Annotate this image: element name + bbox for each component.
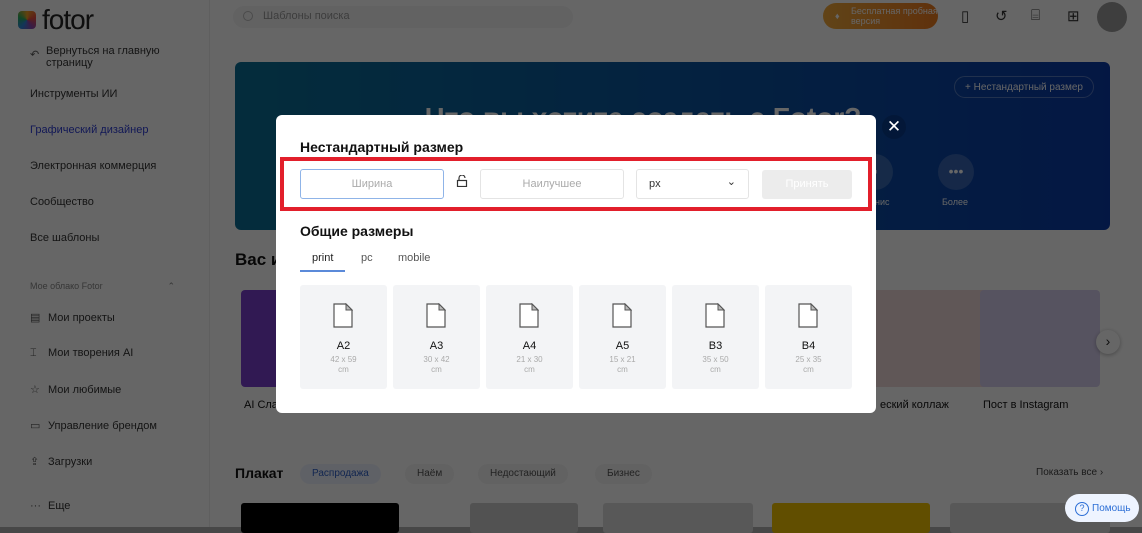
poster-thumbnail[interactable] — [470, 503, 578, 533]
sidebar-item-brand[interactable]: ▭ Управление брендом — [30, 419, 157, 432]
cloud-section-toggle[interactable]: Мое облако Fotor ⌃ — [30, 281, 175, 291]
help-button[interactable]: ? Помощь — [1065, 494, 1139, 522]
search-input[interactable]: Шаблоны поиска — [233, 6, 573, 28]
sidebar-item-my-projects[interactable]: ▤ Мои проекты — [30, 311, 115, 324]
sidebar-item-my-ai-creations[interactable]: ⌶ Мои творения AI — [30, 347, 133, 360]
back-home-link[interactable]: ↶ Вернуться на главную страницу — [30, 45, 160, 69]
chip-sale[interactable]: Распродажа — [300, 464, 381, 484]
sidebar-item-ai-tools[interactable]: Инструменты ИИ — [30, 88, 117, 100]
chip-business[interactable]: Бизнес — [595, 464, 652, 484]
logo[interactable]: fotor — [18, 4, 94, 36]
chip-hiring[interactable]: Наём — [405, 464, 455, 484]
plus-icon: + — [965, 82, 974, 93]
close-icon[interactable]: ✕ — [882, 115, 906, 139]
more-icon: ··· — [30, 500, 41, 512]
size-name: B4 — [801, 340, 816, 352]
template-card[interactable] — [870, 290, 990, 387]
carousel-next-button[interactable]: › — [1096, 330, 1120, 354]
more-dots-icon[interactable]: ••• — [938, 154, 974, 190]
size-dimensions: 15 x 21 cm — [609, 355, 636, 374]
show-all-link[interactable]: Показать все › — [1036, 467, 1103, 478]
size-name: B3 — [708, 340, 723, 352]
size-name: A5 — [615, 340, 630, 352]
sidebar-item-favorites[interactable]: ☆ Мои любимые — [30, 383, 121, 396]
size-name: A2 — [336, 340, 351, 352]
sidebar-item-more[interactable]: ··· Еще — [30, 500, 70, 512]
frame-icon: ⌶ — [30, 347, 37, 359]
tab-pc[interactable]: pc — [361, 252, 373, 264]
height-input[interactable]: Наилучшее — [480, 169, 624, 199]
chevron-up-icon: ⌃ — [167, 281, 175, 291]
apps-grid-icon[interactable]: ⊞ — [1067, 7, 1080, 25]
upload-icon: ⇪ — [30, 456, 40, 468]
gift-icon[interactable]: ⌸ — [1031, 7, 1040, 24]
back-arrow-icon: ↶ — [30, 49, 40, 61]
apply-button[interactable]: Принять — [762, 170, 852, 199]
size-name: A4 — [522, 340, 537, 352]
free-trial-button[interactable]: ♦ Бесплатная пробная версия — [823, 3, 938, 29]
document-icon — [798, 303, 818, 328]
width-input[interactable]: Ширина — [300, 169, 444, 199]
template-card[interactable] — [980, 290, 1100, 387]
chip-missing[interactable]: Недостающий — [478, 464, 568, 484]
sidebar-item-uploads[interactable]: ⇪ Загрузки — [30, 455, 92, 468]
question-icon: ? — [1075, 502, 1089, 516]
history-icon[interactable]: ↺ — [995, 7, 1008, 25]
header: Шаблоны поиска ♦ Бесплатная пробная верси… — [211, 0, 1142, 36]
mobile-icon[interactable]: ▯ — [961, 7, 969, 25]
size-dimensions: 30 x 42 cm — [423, 355, 450, 374]
document-icon — [705, 303, 725, 328]
poster-thumbnail[interactable] — [772, 503, 930, 533]
document-icon — [333, 303, 353, 328]
business-label: нис — [875, 197, 890, 207]
sidebar-item-all-templates[interactable]: Все шаблоны — [30, 232, 99, 244]
size-dimensions: 25 x 35 cm — [795, 355, 822, 374]
brand-icon: ▭ — [30, 420, 41, 432]
unlock-icon[interactable] — [456, 175, 468, 187]
template-label: Пост в Instagram — [983, 399, 1069, 411]
size-card-b3[interactable]: B3 35 x 50 cm — [672, 285, 759, 389]
poster-thumbnail[interactable] — [241, 503, 399, 533]
size-dimensions: 21 x 30 cm — [516, 355, 543, 374]
document-icon — [612, 303, 632, 328]
document-icon: ▤ — [30, 312, 41, 324]
size-card-a2[interactable]: A2 42 x 59 cm — [300, 285, 387, 389]
logo-icon — [18, 11, 36, 29]
modal-title: Нестандартный размер — [300, 139, 464, 155]
size-card-b4[interactable]: B4 25 x 35 cm — [765, 285, 852, 389]
diamond-icon: ♦ — [835, 11, 840, 21]
size-card-a3[interactable]: A3 30 x 42 cm — [393, 285, 480, 389]
search-icon — [243, 11, 253, 21]
poster-title: Плакат — [235, 465, 284, 481]
avatar[interactable] — [1097, 2, 1127, 32]
size-card-a4[interactable]: A4 21 x 30 cm — [486, 285, 573, 389]
template-label: AI Сла — [244, 399, 278, 411]
chevron-down-icon: ⌄ — [726, 176, 736, 188]
tab-print[interactable]: print — [300, 252, 346, 272]
sidebar-item-community[interactable]: Сообщество — [30, 196, 94, 208]
size-dimensions: 42 x 59 cm — [330, 355, 357, 374]
document-icon — [519, 303, 539, 328]
document-icon — [426, 303, 446, 328]
star-icon: ☆ — [30, 384, 40, 396]
custom-size-button[interactable]: + Нестандартный размер — [954, 76, 1094, 98]
sidebar: fotor ↶ Вернуться на главную страницу Инс… — [0, 0, 210, 527]
template-label: еский коллаж — [880, 399, 949, 411]
more-label: Более — [942, 197, 968, 207]
size-card-a5[interactable]: A5 15 x 21 cm — [579, 285, 666, 389]
tab-mobile[interactable]: mobile — [398, 252, 430, 264]
custom-size-modal: Нестандартный размер Ширина Наилучшее px… — [276, 115, 876, 413]
poster-thumbnail[interactable] — [603, 503, 753, 533]
size-name: A3 — [429, 340, 444, 352]
unit-select[interactable]: px ⌄ — [636, 169, 749, 199]
sidebar-item-ecommerce[interactable]: Электронная коммерция — [30, 160, 156, 172]
sidebar-item-graphic-designer[interactable]: Графический дизайнер — [30, 124, 148, 136]
common-sizes-title: Общие размеры — [300, 223, 414, 239]
size-dimensions: 35 x 50 cm — [702, 355, 729, 374]
recommend-title: Вас и — [235, 250, 282, 269]
